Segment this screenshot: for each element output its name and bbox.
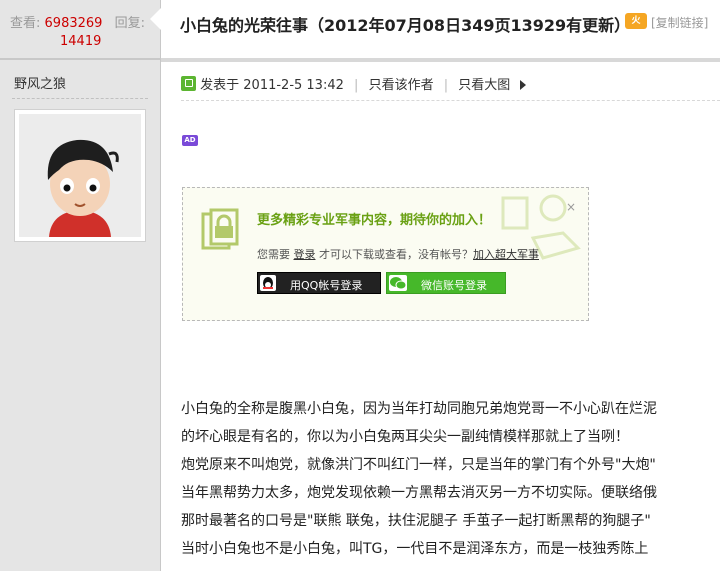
qq-login-label: 用QQ帐号登录 [290, 279, 363, 292]
body-line: 小白兔的全称是腹黑小白兔，因为当年打劫同胞兄弟炮党哥一不小心趴在烂泥 [181, 401, 657, 417]
avatar-image [19, 114, 141, 237]
qq-login-button[interactable]: 用QQ帐号登录 [257, 272, 381, 294]
body-line: 的坏心眼是有名的，你以为小白兔两耳尖尖一副纯情模样那就上了当咧！ [181, 429, 629, 445]
thread-stats: 查看: 6983269 回复: 14419 [0, 0, 160, 60]
lock-icon [201, 208, 239, 250]
view-label: 查看: [10, 16, 41, 31]
stats-arrow [150, 8, 161, 30]
body-line: 炮党原来不叫炮党，就像洪门不叫红门一样，只是当年的掌门有个外号"大炮" [181, 457, 656, 473]
separator: | [443, 78, 449, 93]
only-author-link[interactable]: 只看该作者 [369, 78, 434, 93]
avatar[interactable] [14, 109, 146, 242]
copy-link-button[interactable]: [复制链接] [651, 14, 708, 31]
post-icon [181, 76, 196, 91]
body-line: 那时最著名的口号是"联熊 联兔，扶住泥腿子 手茧子一起打断黑帮的狗腿子" [181, 513, 651, 529]
divider [181, 100, 720, 101]
separator: | [354, 78, 359, 93]
stat-row: 查看: 6983269 回复: [10, 12, 145, 31]
login-prompt: 您需要 登录 才可以下载或查看，没有帐号？加入超大军事 [257, 246, 539, 262]
view-count: 6983269 [44, 16, 103, 31]
author-sidebar: 查看: 6983269 回复: 14419 野风之狼 [0, 0, 161, 571]
prompt-middle: 才可以下载或查看，没有帐号？ [319, 248, 473, 261]
login-promo-box: 更多精彩专业军事内容，期待你的加入！ × 您需要 登录 才可以下载或查看，没有帐… [182, 187, 589, 321]
promo-title: 更多精彩专业军事内容，期待你的加入！ [257, 213, 492, 228]
close-icon[interactable]: × [566, 200, 576, 214]
thread-title: 小白兔的光荣往事（2012年07月08日349页13929有更新） [180, 16, 631, 35]
author-name-link[interactable]: 野风之狼 [14, 73, 66, 92]
header-divider [161, 58, 720, 62]
body-line: 当时小白兔也不是小白兔，叫TG，一代目不是润泽东方，而是一枝独秀陈上 [181, 541, 649, 557]
divider [12, 98, 148, 99]
play-arrow-icon[interactable] [520, 80, 527, 90]
post-meta: 发表于 2011-2-5 13:42 | 只看该作者 | 只看大图 [181, 74, 527, 93]
prompt-prefix: 您需要 [257, 248, 290, 261]
post-body: 小白兔的全称是腹黑小白兔，因为当年打劫同胞兄弟炮党哥一不小心趴在烂泥 的坏心眼是… [181, 398, 720, 566]
wechat-login-label: 微信账号登录 [421, 279, 487, 292]
post-date: 发表于 2011-2-5 13:42 [200, 78, 344, 93]
login-link[interactable]: 登录 [294, 248, 316, 261]
wechat-icon [389, 275, 407, 291]
large-image-link[interactable]: 只看大图 [458, 78, 510, 93]
join-link[interactable]: 加入超大军事 [473, 248, 539, 261]
ad-icon[interactable]: AD [182, 135, 198, 146]
body-line: 当年黑帮势力太多，炮党发现依赖一方黑帮去消灭另一方不切实际。便联络俄 [181, 485, 657, 501]
qq-penguin-icon [260, 275, 276, 291]
wechat-login-button[interactable]: 微信账号登录 [386, 272, 506, 294]
reply-label: 回复: [114, 16, 145, 31]
hot-badge-icon: 火 [625, 13, 647, 29]
reply-count: 14419 [60, 34, 102, 49]
